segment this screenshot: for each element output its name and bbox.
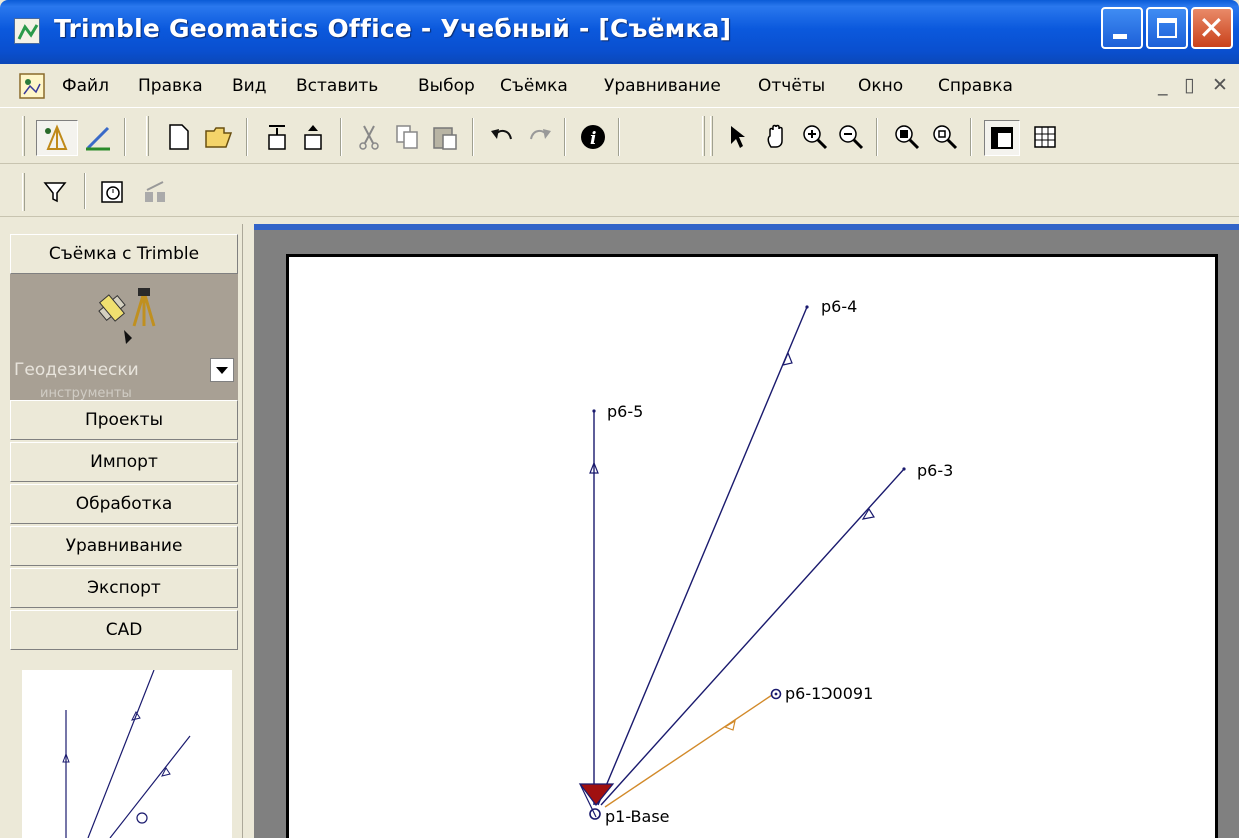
menu-view[interactable]: Вид [232, 76, 266, 96]
panel-header-trimble-survey[interactable]: Съёмка с Trimble [10, 234, 238, 274]
instruments-group: Геодезически инструменты [10, 274, 238, 402]
instruments-dropdown[interactable] [210, 358, 234, 382]
point-label-p6-5[interactable]: p6-5 [607, 402, 643, 421]
vector-p1-p6-3 [600, 468, 905, 806]
redo-icon[interactable] [524, 122, 554, 152]
panel-item-cad[interactable]: CAD [10, 610, 238, 650]
zoom-in-icon[interactable] [800, 122, 830, 152]
point-label-p6-4[interactable]: p6-4 [821, 297, 857, 316]
vector-p1-p6-4 [597, 306, 808, 806]
info-icon[interactable]: i [578, 122, 608, 152]
zoom-out-icon[interactable] [836, 122, 866, 152]
menu-window[interactable]: Окно [858, 76, 903, 96]
menu-insert[interactable]: Вставить [296, 76, 378, 96]
point-label-p6-3[interactable]: p6-3 [917, 461, 953, 480]
instruments-label: Геодезически [14, 360, 139, 380]
mdi-restore-button[interactable]: ▯ [1184, 74, 1194, 96]
survey-vectors [578, 305, 906, 820]
menu-survey[interactable]: Съёмка [500, 76, 568, 96]
timeline-icon[interactable] [98, 177, 128, 207]
instruments-label-overflow: инструменты [40, 386, 132, 401]
instruments-icon[interactable] [94, 286, 164, 352]
point-label-p1-base[interactable]: p1-Base [605, 807, 670, 826]
pan-icon[interactable] [762, 122, 792, 152]
pen-icon[interactable] [84, 122, 114, 152]
minimize-icon [1113, 34, 1127, 39]
menu-file[interactable]: Файл [62, 76, 109, 96]
secondary-toolbar [0, 165, 1239, 217]
close-icon: ✕ [1198, 9, 1225, 47]
mdi-minimize-button[interactable]: _ [1158, 74, 1168, 96]
copy-icon[interactable] [392, 122, 422, 152]
window-title: Trimble Geomatics Office - Учебный - [Съ… [54, 14, 732, 43]
panel-item-import[interactable]: Импорт [10, 442, 238, 482]
point-label-p6-100091[interactable]: p6-1Ɔ0091 [785, 684, 873, 703]
panel-item-adjustment[interactable]: Уравнивание [10, 526, 238, 566]
undo-icon[interactable] [488, 122, 518, 152]
toolbar-grip[interactable] [22, 116, 25, 156]
panel-item-export[interactable]: Экспорт [10, 568, 238, 608]
main-toolbar: i [0, 108, 1239, 164]
new-icon[interactable] [164, 122, 194, 152]
vector-p1-p6-100091 [604, 694, 773, 808]
open-icon[interactable] [204, 122, 234, 152]
chevron-down-icon [216, 367, 228, 374]
menu-adjustment[interactable]: Уравнивание [604, 76, 721, 96]
close-button[interactable]: ✕ [1191, 7, 1233, 49]
maximize-button[interactable] [1146, 7, 1188, 49]
grid-icon[interactable] [1030, 122, 1060, 152]
minimize-button[interactable] [1101, 7, 1143, 49]
survey-icon[interactable] [36, 120, 78, 156]
document-icon[interactable] [18, 72, 46, 100]
paste-icon[interactable] [430, 122, 460, 152]
plan-view-icon[interactable] [984, 120, 1020, 156]
panel-item-projects[interactable]: Проекты [10, 400, 238, 440]
menu-select[interactable]: Выбор [418, 76, 475, 96]
import-icon[interactable] [262, 122, 292, 152]
zoom-window-icon[interactable] [930, 122, 960, 152]
left-panel: Съёмка с Trimble Геодезически инструмент… [0, 224, 243, 838]
overview-thumbnail[interactable] [22, 669, 232, 838]
menu-bar: Файл Правка Вид Вставить Выбор Съёмка Ур… [0, 64, 1239, 108]
menu-help[interactable]: Справка [938, 76, 1013, 96]
export-icon[interactable] [298, 122, 328, 152]
toolbar-grip-2[interactable] [22, 173, 25, 211]
menu-reports[interactable]: Отчёты [758, 76, 825, 96]
app-icon[interactable] [14, 18, 40, 44]
panel-item-processing[interactable]: Обработка [10, 484, 238, 524]
svg-text:i: i [590, 129, 596, 149]
maximize-icon [1157, 18, 1177, 38]
mdi-close-button[interactable]: ✕ [1212, 74, 1228, 96]
menu-edit[interactable]: Правка [138, 76, 203, 96]
select-icon[interactable] [722, 122, 752, 152]
zoom-extents-icon[interactable] [892, 122, 922, 152]
title-bar: Trimble Geomatics Office - Учебный - [Съ… [0, 0, 1239, 64]
network-icon[interactable] [140, 177, 170, 207]
filter-icon[interactable] [40, 177, 70, 207]
cut-icon[interactable] [354, 122, 384, 152]
survey-plan-canvas[interactable]: p6-4 p6-5 p6-3 p6-1Ɔ0091 p1-Base [286, 254, 1218, 838]
